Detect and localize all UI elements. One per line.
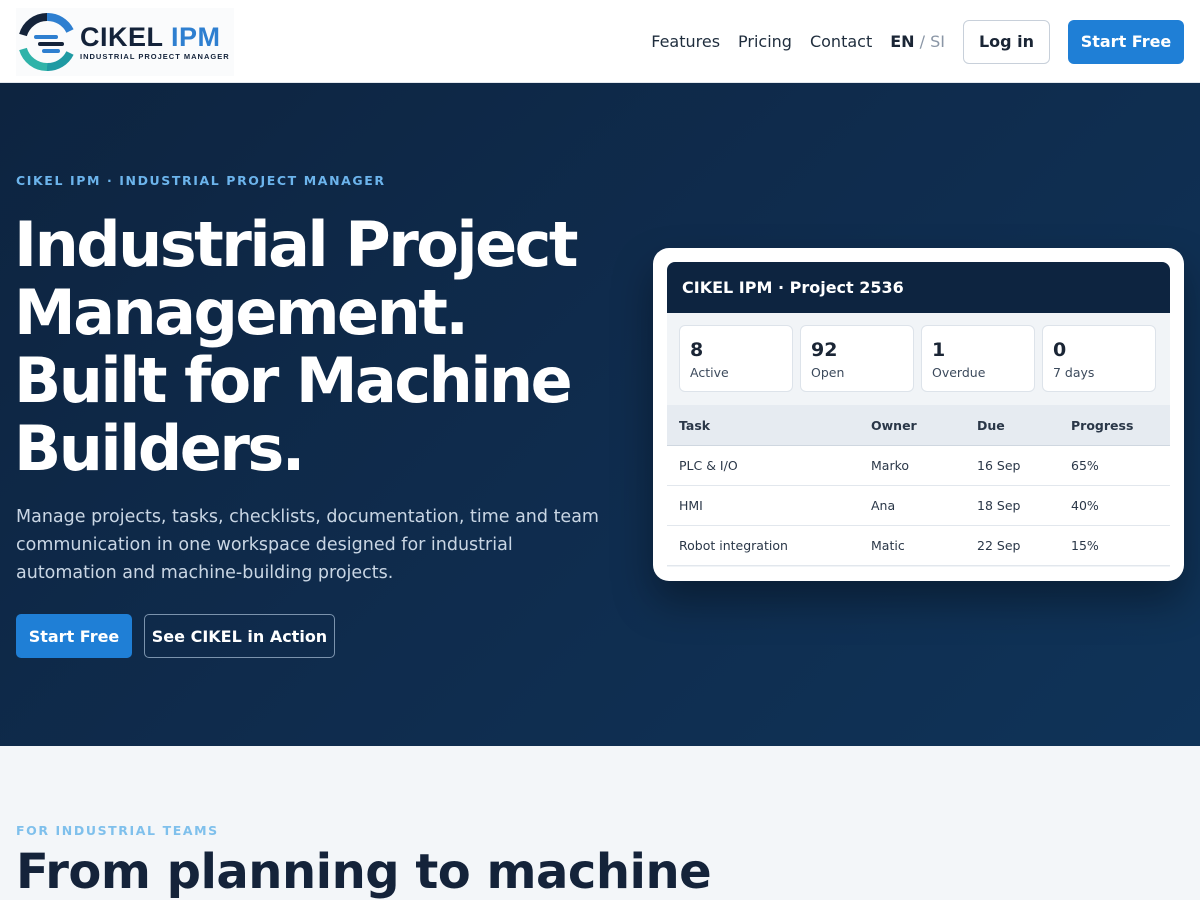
- column-header-progress: Progress: [1071, 417, 1134, 433]
- cell-task: PLC & I/O: [679, 458, 738, 473]
- cell-due: 16 Sep: [977, 458, 1021, 473]
- project-preview-card: CIKEL IPM · Project 2536 8 Active 92 Ope…: [653, 248, 1184, 581]
- stat-open: 92 Open: [800, 325, 914, 392]
- lang-si[interactable]: SI: [930, 32, 945, 51]
- hero-title: Industrial Project Management. Built for…: [14, 211, 634, 483]
- card-title: CIKEL IPM · Project 2536: [667, 262, 1170, 313]
- teams-section: FOR INDUSTRIAL TEAMS From planning to ma…: [0, 746, 1200, 900]
- cell-task: Robot integration: [679, 538, 788, 553]
- stat-active: 8 Active: [679, 325, 793, 392]
- nav-contact[interactable]: Contact: [810, 32, 872, 51]
- cell-due: 22 Sep: [977, 538, 1021, 553]
- cell-due: 18 Sep: [977, 498, 1021, 513]
- see-in-action-button[interactable]: See CIKEL in Action: [144, 614, 335, 658]
- section-eyebrow: FOR INDUSTRIAL TEAMS: [16, 823, 219, 838]
- table-row: HMI Ana 18 Sep 40%: [667, 486, 1170, 526]
- stat-value: 1: [932, 339, 946, 361]
- logo-mark-icon: [19, 13, 74, 71]
- cell-owner: Matic: [871, 538, 905, 553]
- card-body: 8 Active 92 Open 1 Overdue 0 7 days Task…: [667, 313, 1170, 567]
- stat-label: 7 days: [1053, 365, 1095, 380]
- stat-value: 8: [690, 339, 704, 361]
- cell-task: HMI: [679, 498, 703, 513]
- table-row: Robot integration Matic 22 Sep 15%: [667, 526, 1170, 566]
- start-free-nav-button[interactable]: Start Free: [1068, 19, 1184, 64]
- stat-7-days: 0 7 days: [1042, 325, 1156, 392]
- table-row: PLC & I/O Marko 16 Sep 65%: [667, 446, 1170, 486]
- column-header-owner: Owner: [871, 417, 917, 433]
- column-header-due: Due: [977, 417, 1005, 433]
- login-button[interactable]: Log in: [963, 19, 1050, 64]
- cell-progress: 40%: [1071, 498, 1099, 513]
- hero-eyebrow: CIKEL IPM · INDUSTRIAL PROJECT MANAGER: [16, 173, 386, 188]
- hero-description: Manage projects, tasks, checklists, docu…: [16, 507, 599, 583]
- task-table: Task Owner Due Progress PLC & I/O Marko …: [667, 405, 1170, 566]
- main-nav: Features Pricing Contact EN / SI Log in …: [651, 0, 1184, 83]
- stat-label: Overdue: [932, 365, 986, 380]
- hero-title-line: Builders.: [14, 412, 305, 485]
- site-header: CIKEL IPM INDUSTRIAL PROJECT MANAGER Fea…: [0, 0, 1200, 83]
- section-title: From planning to machine: [16, 844, 712, 900]
- stat-value: 0: [1053, 339, 1067, 361]
- lang-en[interactable]: EN: [890, 32, 914, 51]
- brand-logo[interactable]: CIKEL IPM INDUSTRIAL PROJECT MANAGER: [16, 8, 234, 76]
- stat-label: Active: [690, 365, 729, 380]
- stats-row: 8 Active 92 Open 1 Overdue 0 7 days: [679, 325, 1163, 392]
- cell-owner: Marko: [871, 458, 910, 473]
- language-switcher: EN / SI: [890, 32, 945, 51]
- cell-owner: Ana: [871, 498, 896, 513]
- lang-separator: /: [919, 32, 926, 51]
- stat-value: 92: [811, 339, 838, 361]
- stat-label: Open: [811, 365, 845, 380]
- hero-start-free-button[interactable]: Start Free: [16, 614, 132, 658]
- cell-progress: 15%: [1071, 538, 1099, 553]
- nav-features[interactable]: Features: [651, 32, 720, 51]
- table-header: Task Owner Due Progress: [667, 405, 1170, 446]
- hero-title-line: Management.: [14, 276, 469, 349]
- column-header-task: Task: [679, 417, 711, 433]
- stat-overdue: 1 Overdue: [921, 325, 1035, 392]
- logo-tagline: INDUSTRIAL PROJECT MANAGER: [80, 52, 230, 61]
- cell-progress: 65%: [1071, 458, 1099, 473]
- hero-title-line: Built for Machine: [14, 344, 573, 417]
- hero-section: CIKEL IPM · INDUSTRIAL PROJECT MANAGER I…: [0, 83, 1200, 746]
- nav-pricing[interactable]: Pricing: [738, 32, 792, 51]
- logo-name: CIKEL IPM: [80, 22, 221, 52]
- hero-title-line: Industrial Project: [14, 208, 579, 281]
